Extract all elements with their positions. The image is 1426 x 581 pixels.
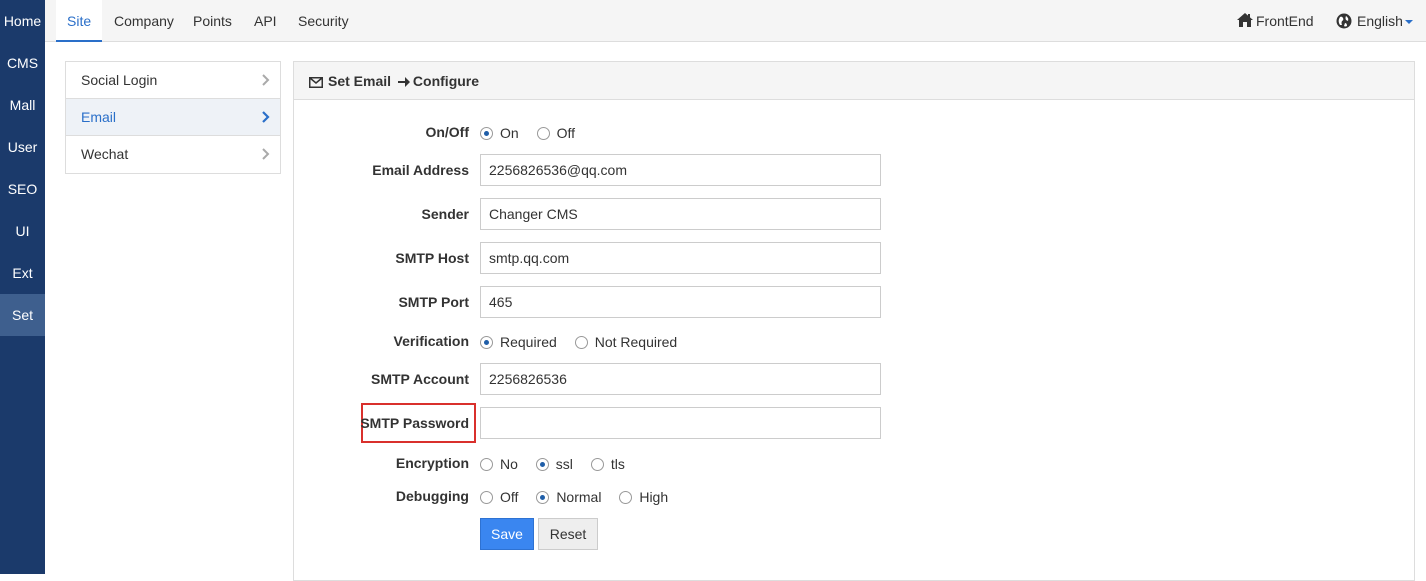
sidebar-item-home[interactable]: Home	[0, 0, 45, 42]
frontend-link[interactable]: FrontEnd	[1237, 0, 1314, 42]
submenu-item-email[interactable]: Email	[66, 99, 280, 136]
sidebar-item-cms[interactable]: CMS	[0, 42, 45, 84]
sender-label: Sender	[421, 206, 469, 222]
smtp-account-input[interactable]: 2256826536	[480, 363, 881, 395]
radio-unchecked-icon	[574, 336, 588, 349]
debugging-option-normal[interactable]: Normal	[536, 489, 601, 505]
radio-label: High	[639, 489, 669, 505]
verification-radio-group: Required Not Required	[480, 334, 691, 350]
onoff-option-off[interactable]: Off	[536, 125, 575, 141]
caret-down-icon	[1404, 20, 1413, 25]
panel-heading: Set Email Configure	[294, 62, 1414, 100]
radio-label: Required	[500, 334, 557, 350]
smtp-account-label: SMTP Account	[370, 371, 469, 387]
settings-submenu: Social Login Email Wechat	[65, 61, 281, 174]
radio-unchecked-icon	[536, 127, 550, 140]
encryption-option-no[interactable]: No	[480, 456, 518, 472]
home-icon	[1237, 13, 1253, 27]
encryption-radio-group: No ssl tls	[480, 456, 639, 472]
radio-label: Normal	[556, 489, 602, 505]
chevron-right-icon	[262, 99, 270, 136]
globe-icon	[1336, 13, 1352, 29]
radio-label: ssl	[555, 456, 573, 472]
onoff-option-on[interactable]: On	[480, 125, 519, 141]
radio-unchecked-icon	[480, 491, 493, 504]
tab-security[interactable]: Security	[287, 0, 360, 41]
sidebar-item-mall[interactable]: Mall	[0, 84, 45, 126]
radio-checked-icon	[536, 491, 550, 504]
smtp-host-input[interactable]: smtp.qq.com	[480, 242, 881, 274]
submenu-item-label: Email	[81, 109, 117, 125]
panel-title-page: Configure	[412, 73, 480, 89]
email-address-label: Email Address	[372, 162, 469, 178]
radio-label: On	[500, 125, 519, 141]
smtp-host-label: SMTP Host	[395, 250, 469, 266]
panel-title-section: Set Email	[328, 73, 392, 89]
radio-unchecked-icon	[480, 458, 493, 471]
top-bar: Site Company Points API Security FrontEn…	[45, 0, 1426, 42]
tab-company[interactable]: Company	[103, 0, 185, 41]
submenu-item-label: Wechat	[81, 146, 129, 162]
chevron-right-icon	[262, 136, 270, 173]
tab-points[interactable]: Points	[182, 0, 243, 41]
submenu-item-social-login[interactable]: Social Login	[66, 62, 280, 99]
encryption-label: Encryption	[395, 455, 469, 471]
envelope-icon	[309, 77, 323, 88]
verification-label: Verification	[393, 333, 469, 349]
debugging-radio-group: Off Normal High	[480, 489, 682, 505]
debugging-label: Debugging	[395, 488, 469, 504]
language-label: English	[1357, 13, 1403, 29]
email-address-input[interactable]: 2256826536@qq.com	[480, 154, 881, 186]
radio-checked-icon	[480, 127, 493, 140]
save-button[interactable]: Save	[480, 518, 534, 550]
smtp-port-input[interactable]: 465	[480, 286, 881, 318]
email-settings-panel: Set Email Configure On/Off On Off Email …	[293, 61, 1415, 581]
radio-label: No	[500, 456, 518, 472]
sidebar-item-user[interactable]: User	[0, 126, 45, 168]
submenu-item-wechat[interactable]: Wechat	[66, 136, 280, 173]
tab-api[interactable]: API	[243, 0, 288, 41]
radio-label: tls	[610, 456, 625, 472]
radio-label: Off	[556, 125, 575, 141]
arrow-right-icon	[397, 77, 410, 87]
submenu-item-label: Social Login	[81, 72, 158, 88]
radio-checked-icon	[480, 336, 493, 349]
main-sidebar: Home CMS Mall User SEO UI Ext Set	[0, 0, 45, 574]
encryption-option-ssl[interactable]: ssl	[535, 456, 573, 472]
frontend-label: FrontEnd	[1256, 13, 1314, 29]
verification-option-required[interactable]: Required	[480, 334, 557, 350]
radio-unchecked-icon	[590, 458, 604, 471]
sidebar-item-ui[interactable]: UI	[0, 210, 45, 252]
onoff-radio-group: On Off	[480, 125, 589, 141]
tab-site[interactable]: Site	[56, 0, 103, 42]
reset-button[interactable]: Reset	[538, 518, 598, 550]
radio-unchecked-icon	[619, 491, 633, 504]
verification-option-not-required[interactable]: Not Required	[574, 334, 678, 350]
sidebar-item-seo[interactable]: SEO	[0, 168, 45, 210]
sender-input[interactable]: Changer CMS	[480, 198, 881, 230]
chevron-right-icon	[262, 62, 270, 99]
smtp-password-input[interactable]	[480, 407, 881, 439]
debugging-option-high[interactable]: High	[619, 489, 668, 505]
language-dropdown[interactable]: English	[1336, 0, 1413, 42]
radio-checked-icon	[535, 458, 549, 471]
encryption-option-tls[interactable]: tls	[590, 456, 625, 472]
radio-label: Not Required	[594, 334, 678, 350]
radio-label: Off	[500, 489, 519, 505]
sidebar-item-set[interactable]: Set	[0, 294, 45, 336]
onoff-label: On/Off	[425, 124, 469, 140]
sidebar-item-ext[interactable]: Ext	[0, 252, 45, 294]
smtp-port-label: SMTP Port	[398, 294, 469, 310]
smtp-password-label: SMTP Password	[360, 415, 469, 431]
debugging-option-off[interactable]: Off	[480, 489, 518, 505]
